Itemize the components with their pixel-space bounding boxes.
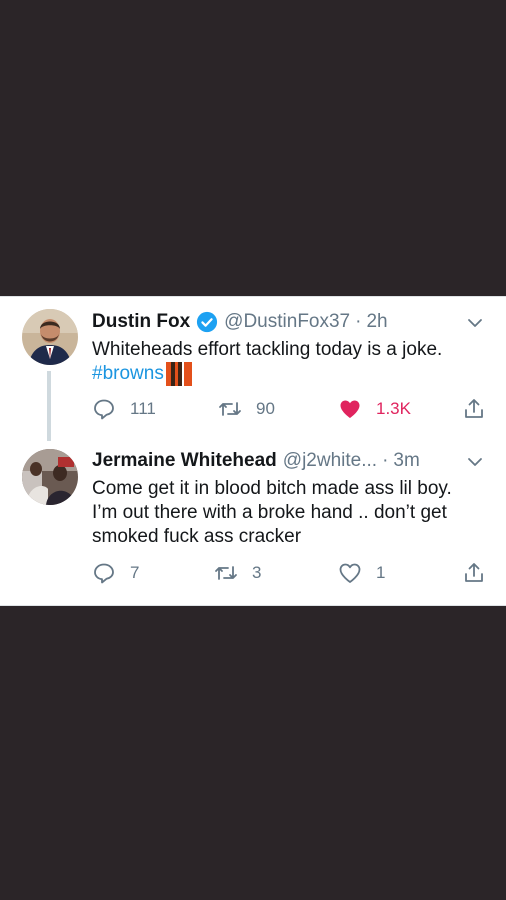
share-button[interactable] bbox=[462, 561, 500, 585]
retweet-icon bbox=[215, 566, 237, 580]
share-icon bbox=[465, 399, 483, 418]
like-icon bbox=[340, 400, 360, 418]
tweet-text: Whiteheads effort tackling today is a jo… bbox=[92, 338, 482, 386]
tweet-jermaine-whitehead[interactable]: Jermaine Whitehead @j2white... · 3m Come… bbox=[0, 447, 506, 605]
like-count: 1.3K bbox=[376, 399, 411, 418]
like-button[interactable]: 1.3K bbox=[338, 397, 411, 421]
like-button[interactable]: 1 bbox=[338, 561, 385, 585]
reply-button[interactable]: 7 bbox=[92, 561, 139, 585]
chevron-down-icon[interactable] bbox=[466, 314, 484, 332]
separator-dot: · bbox=[382, 450, 389, 471]
chevron-down-icon[interactable] bbox=[466, 453, 484, 471]
retweet-button[interactable]: 3 bbox=[214, 561, 261, 585]
tweet-body: Come get it in blood bitch made ass lil … bbox=[92, 478, 452, 547]
share-icon bbox=[465, 563, 483, 582]
timestamp[interactable]: 3m bbox=[393, 450, 419, 472]
hashtag-link[interactable]: #browns bbox=[92, 362, 164, 386]
reply-button[interactable]: 111 bbox=[92, 397, 156, 421]
tweet-header: Jermaine Whitehead @j2white... · 3m bbox=[92, 449, 420, 473]
share-button[interactable] bbox=[462, 397, 500, 421]
retweet-count: 3 bbox=[252, 563, 262, 582]
username-handle[interactable]: @DustinFox37 bbox=[224, 311, 350, 333]
timestamp[interactable]: 2h bbox=[366, 311, 387, 333]
reply-count: 111 bbox=[130, 399, 156, 418]
tweet-header: Dustin Fox @DustinFox37 · 2h bbox=[92, 310, 388, 334]
reply-icon bbox=[94, 399, 114, 420]
verified-badge-icon bbox=[197, 311, 218, 333]
retweet-icon bbox=[219, 402, 241, 416]
like-icon bbox=[339, 563, 361, 583]
username-handle[interactable]: @j2white... bbox=[283, 450, 377, 472]
tweet-dustin-fox[interactable]: Dustin Fox @DustinFox37 · 2h Whiteheads … bbox=[0, 297, 506, 447]
separator-dot: · bbox=[355, 311, 362, 332]
tweet-text: Come get it in blood bitch made ass lil … bbox=[92, 477, 477, 549]
tweet-thread-card: Dustin Fox @DustinFox37 · 2h Whiteheads … bbox=[0, 296, 506, 606]
retweet-button[interactable]: 90 bbox=[218, 397, 275, 421]
tweet-body: Whiteheads effort tackling today is a jo… bbox=[92, 339, 443, 360]
display-name[interactable]: Dustin Fox bbox=[92, 311, 190, 333]
avatar[interactable] bbox=[22, 449, 78, 505]
browns-flag-emoji-icon bbox=[165, 362, 192, 386]
reply-count: 7 bbox=[130, 563, 140, 582]
tweet-actions: 7 3 1 bbox=[92, 561, 492, 587]
tweet-actions: 111 90 1.3K bbox=[92, 397, 492, 423]
like-count: 1 bbox=[376, 563, 386, 582]
retweet-count: 90 bbox=[256, 399, 275, 418]
display-name[interactable]: Jermaine Whitehead bbox=[92, 450, 277, 472]
reply-icon bbox=[94, 563, 114, 584]
avatar[interactable] bbox=[22, 309, 78, 365]
thread-line bbox=[47, 371, 51, 441]
